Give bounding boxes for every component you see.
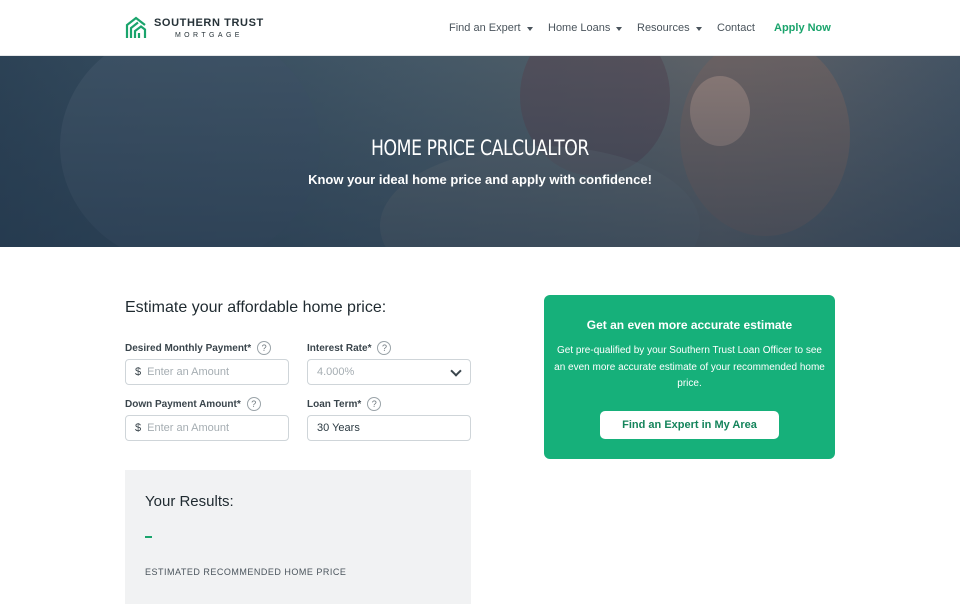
hero-subtitle: Know your ideal home price and apply wit… [308, 172, 652, 187]
loan-term-value: 30 Years [317, 422, 360, 434]
prequalify-card-title: Get an even more accurate estimate [586, 318, 793, 332]
down-payment-label: Down Payment Amount* ? [125, 397, 261, 411]
interest-rate-label-text: Interest Rate* [307, 342, 372, 354]
interest-rate-select[interactable]: 4.000% [307, 359, 471, 385]
results-title: Your Results: [145, 493, 234, 510]
monthly-payment-label-text: Desired Monthly Payment* [125, 342, 252, 354]
nav-resources[interactable]: Resources [637, 22, 702, 34]
prequalify-card-text: Get pre-qualified by your Southern Trust… [554, 345, 825, 389]
help-icon[interactable]: ? [377, 341, 392, 355]
help-icon[interactable]: ? [367, 397, 382, 411]
results-panel: Your Results: ESTIMATED RECOMMENDED HOME… [125, 470, 471, 604]
results-caption: ESTIMATED RECOMMENDED HOME PRICE [145, 567, 347, 577]
hero-banner: HOME PRICE CALCUALTOR Know your ideal ho… [0, 56, 960, 247]
dollar-prefix: $ [135, 366, 142, 378]
nav-find-an-expert[interactable]: Find an Expert [449, 22, 533, 34]
interest-rate-label: Interest Rate* ? [307, 341, 392, 355]
down-payment-label-text: Down Payment Amount* [125, 398, 241, 410]
dollar-prefix: $ [135, 422, 142, 434]
monthly-payment-input[interactable]: $ Enter an Amount [125, 359, 289, 385]
find-expert-button[interactable]: Find an Expert in My Area [600, 411, 779, 439]
logo-mark-icon [125, 16, 147, 38]
site-header: SOUTHERN TRUST MORTGAGE Find an Expert H… [0, 0, 960, 56]
loan-term-label: Loan Term* ? [307, 397, 382, 411]
brand-subtitle: MORTGAGE [174, 31, 243, 39]
monthly-payment-placeholder: Enter an Amount [147, 366, 230, 378]
nav-label: Contact [717, 22, 755, 34]
hero-title: HOME PRICE CALCUALTOR [371, 136, 589, 160]
nav-label: Resources [637, 22, 690, 34]
nav-contact[interactable]: Contact [717, 22, 755, 34]
caret-down-icon [616, 26, 623, 31]
down-payment-placeholder: Enter an Amount [147, 422, 230, 434]
interest-rate-value: 4.000% [317, 366, 355, 378]
brand-name: SOUTHERN TRUST [154, 16, 264, 29]
help-icon[interactable]: ? [246, 397, 261, 411]
down-payment-input[interactable]: $ Enter an Amount [125, 415, 289, 441]
loan-term-input[interactable]: 30 Years [307, 415, 471, 441]
prequalify-card: Get an even more accurate estimate Get p… [544, 295, 835, 459]
monthly-payment-label: Desired Monthly Payment* ? [125, 341, 272, 355]
nav-label: Find an Expert [449, 22, 521, 34]
apply-now-link[interactable]: Apply Now [774, 22, 831, 34]
caret-down-icon [695, 26, 702, 31]
loan-term-label-text: Loan Term* [307, 398, 362, 410]
chevron-down-icon [450, 365, 462, 377]
nav-home-loans[interactable]: Home Loans [548, 22, 623, 34]
caret-down-icon [526, 26, 533, 31]
calculator-title: Estimate your affordable home price: [125, 299, 387, 316]
help-icon[interactable]: ? [257, 341, 272, 355]
results-value [145, 536, 152, 538]
nav-label: Home Loans [548, 22, 611, 34]
brand-logo[interactable]: SOUTHERN TRUST MORTGAGE [125, 16, 264, 40]
